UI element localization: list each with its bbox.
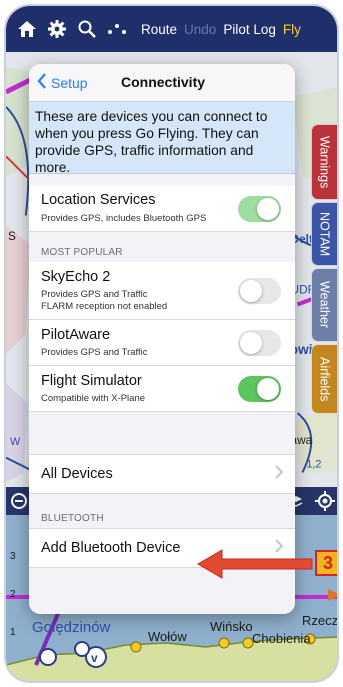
warnings-tab[interactable]: Warnings	[311, 124, 337, 200]
airfields-tab-label: Airfields	[317, 356, 332, 402]
section-header-most-popular: MOST POPULAR	[41, 247, 123, 258]
place-label-winsko: Wińsko	[210, 619, 253, 634]
callout-arrow-icon	[197, 549, 313, 579]
warnings-tab-label: Warnings	[317, 135, 332, 189]
device-title: PilotAware	[41, 327, 111, 343]
back-button-label: Setup	[51, 74, 88, 91]
weather-tab-label: Weather	[317, 281, 332, 329]
info-description: These are devices you can connect to whe…	[29, 102, 295, 175]
route-button[interactable]: Route	[141, 22, 177, 37]
device-row-skyecho[interactable]: SkyEcho 2 Provides GPS and Traffic FLARM…	[29, 262, 295, 320]
pilotaware-toggle[interactable]	[238, 330, 281, 356]
notam-tab[interactable]: NOTAM	[311, 202, 337, 266]
skyecho-toggle[interactable]	[238, 278, 281, 304]
bluetooth-section: BLUETOOTH	[29, 494, 295, 528]
device-title: SkyEcho 2	[41, 269, 111, 285]
location-services-title: Location Services	[41, 192, 156, 208]
place-label-wolow: Wołów	[148, 629, 187, 644]
chevron-left-icon	[37, 73, 47, 92]
locate-icon[interactable]	[315, 491, 335, 516]
location-services-subtitle: Provides GPS, includes Bluetooth GPS	[41, 213, 207, 224]
place-label-goledzinow: Golędzinów	[32, 619, 111, 636]
most-popular-section: MOST POPULAR	[29, 232, 295, 262]
all-devices-row[interactable]: All Devices	[29, 454, 295, 494]
device-frame: Delt UDF owic awa 1,2 S W Route Undo Pil…	[4, 4, 339, 683]
svg-text:v: v	[91, 651, 98, 665]
callout-step-badge: 3	[315, 550, 337, 576]
device-subtitle-secondary: FLARM reception not enabled	[41, 301, 168, 312]
profile-tick: 3	[10, 551, 16, 562]
compass-icon[interactable]	[10, 492, 28, 515]
section-header-bluetooth: BLUETOOTH	[41, 513, 104, 524]
device-row-flight-simulator[interactable]: Flight Simulator Compatible with X-Plane	[29, 366, 295, 412]
location-services-toggle[interactable]	[238, 196, 281, 222]
search-icon[interactable]	[74, 16, 100, 42]
device-subtitle: Compatible with X-Plane	[41, 393, 146, 404]
home-icon[interactable]	[14, 16, 40, 42]
waypoints-icon[interactable]	[104, 16, 130, 42]
weather-tab[interactable]: Weather	[311, 268, 337, 342]
fly-button[interactable]: Fly	[283, 22, 301, 37]
pilot-log-button[interactable]: Pilot Log	[223, 22, 276, 37]
device-row-pilotaware[interactable]: PilotAware Provides GPS and Traffic	[29, 320, 295, 366]
all-devices-label: All Devices	[41, 466, 113, 482]
top-toolbar: Route Undo Pilot Log Fly	[6, 6, 337, 52]
gear-icon[interactable]	[44, 16, 70, 42]
profile-tick: 2	[10, 589, 16, 600]
connectivity-popover: Setup Connectivity These are devices you…	[29, 64, 295, 614]
map-label-w: W	[10, 436, 21, 448]
profile-tick: 1	[10, 627, 16, 638]
undo-button[interactable]: Undo	[184, 22, 216, 37]
device-subtitle: Provides GPS and Traffic	[41, 347, 148, 358]
back-button[interactable]: Setup	[37, 73, 88, 92]
flight-simulator-toggle[interactable]	[238, 376, 281, 402]
device-title: Flight Simulator	[41, 373, 142, 389]
notam-tab-label: NOTAM	[317, 211, 332, 257]
map-label-num: 1,2	[306, 459, 321, 471]
place-label-rzecz: Rzecz	[302, 613, 339, 628]
airfields-tab[interactable]: Airfields	[311, 344, 337, 414]
place-label-chobienia: Chobienia	[252, 631, 311, 646]
chevron-right-icon	[275, 465, 284, 484]
location-services-row[interactable]: Location Services Provides GPS, includes…	[29, 186, 295, 232]
popover-title: Connectivity	[121, 74, 206, 90]
device-subtitle: Provides GPS and Traffic	[41, 289, 148, 300]
map-label-s: S	[8, 229, 16, 243]
add-bluetooth-label: Add Bluetooth Device	[41, 540, 181, 556]
popover-header: Setup Connectivity	[29, 64, 295, 102]
